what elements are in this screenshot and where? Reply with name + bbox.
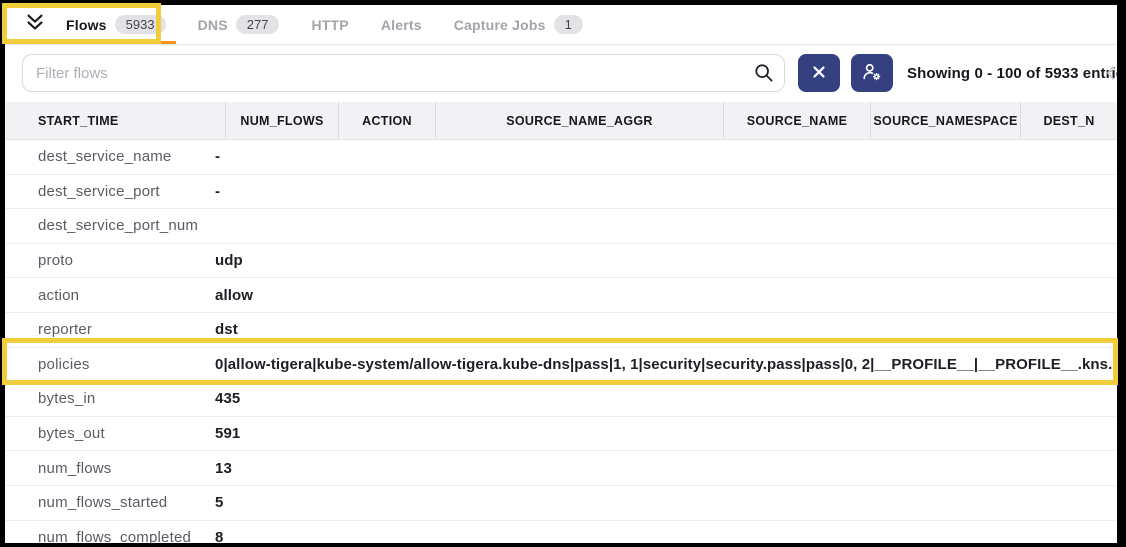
column-header-source-namespace[interactable]: SOURCE_NAMESPACE	[870, 102, 1020, 139]
detail-key: action	[38, 287, 215, 304]
tab-alerts-label: Alerts	[381, 17, 422, 33]
close-icon	[812, 65, 826, 82]
detail-key: proto	[38, 252, 215, 269]
detail-value: 5	[215, 494, 1117, 511]
detail-row-bytes-out: bytes_out 591	[5, 417, 1117, 452]
tabs: Flows 5933 DNS 277 HTTP Alerts Capture J…	[56, 5, 593, 44]
user-settings-icon	[861, 61, 883, 86]
column-header-source-name[interactable]: SOURCE_NAME	[723, 102, 870, 139]
detail-value: udp	[215, 252, 1117, 269]
tab-alerts[interactable]: Alerts	[371, 5, 432, 44]
detail-row-dest-service-port-num: dest_service_port_num	[5, 209, 1117, 244]
filter-toolbar: Showing 0 - 100 of 5933 entries	[5, 45, 1117, 102]
detail-key: bytes_in	[38, 390, 215, 407]
tab-capture-jobs[interactable]: Capture Jobs 1	[444, 5, 593, 44]
flow-logs-panel: Flows 5933 DNS 277 HTTP Alerts Capture J…	[5, 5, 1117, 543]
detail-row-num-flows-completed: num_flows_completed 8	[5, 521, 1117, 543]
detail-key: dest_service_port_num	[38, 217, 215, 234]
collapse-rows-button[interactable]	[22, 5, 48, 44]
tab-flows[interactable]: Flows 5933	[56, 5, 176, 44]
tab-dns-label: DNS	[198, 17, 228, 33]
detail-row-bytes-in: bytes_in 435	[5, 382, 1117, 417]
user-settings-button[interactable]	[851, 54, 893, 92]
column-header-start-time[interactable]: START_TIME	[5, 102, 225, 139]
detail-row-policies: policies 0|allow-tigera|kube-system/allo…	[5, 348, 1117, 383]
detail-value: -	[215, 148, 1117, 165]
tab-capture-jobs-count-badge: 1	[554, 15, 583, 34]
detail-key: reporter	[38, 321, 215, 338]
detail-row-action: action allow	[5, 278, 1117, 313]
detail-value: dst	[215, 321, 1117, 338]
flows-table-header: START_TIME NUM_FLOWS ACTION SOURCE_NAME_…	[5, 102, 1117, 140]
detail-key: num_flows	[38, 460, 215, 477]
detail-row-num-flows: num_flows 13	[5, 451, 1117, 486]
detail-key: dest_service_name	[38, 148, 215, 165]
pagination-prev-icon[interactable]	[1101, 63, 1117, 83]
tab-http-label: HTTP	[311, 17, 348, 33]
column-header-action[interactable]: ACTION	[338, 102, 435, 139]
detail-row-dest-service-name: dest_service_name -	[5, 140, 1117, 175]
detail-value: 13	[215, 460, 1117, 477]
detail-row-reporter: reporter dst	[5, 313, 1117, 348]
detail-value: 8	[215, 529, 1117, 543]
detail-row-dest-service-port: dest_service_port -	[5, 175, 1117, 210]
tab-flows-count-badge: 5933	[115, 15, 166, 34]
column-header-dest-name[interactable]: DEST_N	[1020, 102, 1117, 139]
double-chevron-down-icon	[24, 12, 46, 37]
tab-flows-label: Flows	[66, 17, 107, 33]
detail-row-num-flows-started: num_flows_started 5	[5, 486, 1117, 521]
pagination-status: Showing 0 - 100 of 5933 entries	[907, 45, 1117, 102]
detail-value: -	[215, 183, 1117, 200]
detail-row-proto: proto udp	[5, 244, 1117, 279]
tab-http[interactable]: HTTP	[301, 5, 358, 44]
detail-value: 435	[215, 390, 1117, 407]
detail-value: allow	[215, 287, 1117, 304]
clear-filter-button[interactable]	[798, 54, 840, 92]
detail-value: 0|allow-tigera|kube-system/allow-tigera.…	[215, 356, 1117, 373]
search-icon	[753, 62, 775, 84]
tab-dns[interactable]: DNS 277	[188, 5, 290, 44]
column-header-source-name-aggr[interactable]: SOURCE_NAME_AGGR	[435, 102, 723, 139]
detail-key: bytes_out	[38, 425, 215, 442]
detail-key: policies	[38, 356, 215, 373]
detail-key: dest_service_port	[38, 183, 215, 200]
filter-flows-input[interactable]	[22, 54, 785, 92]
detail-value: 591	[215, 425, 1117, 442]
tab-dns-count-badge: 277	[236, 15, 280, 34]
tab-capture-jobs-label: Capture Jobs	[454, 17, 546, 33]
tab-bar: Flows 5933 DNS 277 HTTP Alerts Capture J…	[5, 5, 1117, 45]
detail-key: num_flows_completed	[38, 529, 215, 543]
detail-key: num_flows_started	[38, 494, 215, 511]
column-header-num-flows[interactable]: NUM_FLOWS	[225, 102, 338, 139]
flow-detail-list: dest_service_name - dest_service_port - …	[5, 140, 1117, 543]
